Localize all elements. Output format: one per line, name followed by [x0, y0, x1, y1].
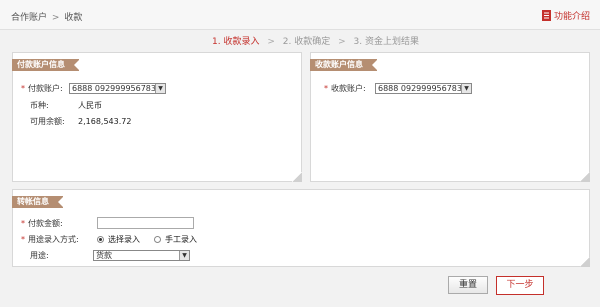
purpose-row: 用途: 货款 ▼: [30, 250, 190, 261]
chevron-down-icon[interactable]: ▼: [155, 84, 165, 93]
panel-title: 转帐信息: [12, 196, 64, 208]
breadcrumb-parent[interactable]: 合作账户: [11, 13, 47, 23]
purpose-value: 货款: [96, 251, 112, 260]
option-manual-entry-label[interactable]: 手工录入: [165, 234, 197, 245]
purpose-mode-label: 用途录入方式:: [28, 235, 79, 244]
amount-row: * 付款金额:: [21, 217, 194, 229]
balance-label: 可用余额:: [30, 117, 65, 126]
receiver-account-panel: 收款账户信息 * 收款账户: 6888 0929999567835( ▼: [310, 52, 590, 182]
page-fold-corner: [580, 172, 590, 182]
receiver-account-value: 6888 0929999567835(: [378, 84, 461, 93]
payer-account-select[interactable]: 6888 0929999567835( ▼: [69, 83, 166, 94]
chevron-down-icon[interactable]: ▼: [461, 84, 471, 93]
chevron-down-icon[interactable]: ▼: [179, 251, 189, 260]
step-1: 1. 收款录入: [212, 37, 260, 47]
function-intro-label: 功能介绍: [553, 12, 590, 22]
receiver-account-row: * 收款账户: 6888 0929999567835( ▼: [324, 83, 472, 94]
purpose-select[interactable]: 货款 ▼: [93, 250, 190, 261]
transfer-info-panel: 转帐信息 * 付款金额: * 用途录入方式: 选择录入 手工录入 用途: 货款 …: [12, 189, 590, 267]
page-fold-corner: [580, 257, 590, 267]
required-marker: *: [21, 84, 25, 93]
reset-button[interactable]: 重置: [448, 276, 488, 294]
panel-title: 付款账户信息: [12, 59, 80, 71]
receiver-account-label: 收款账户:: [331, 84, 366, 93]
step-3: 3. 资金上划结果: [353, 37, 419, 47]
required-marker: *: [324, 84, 328, 93]
option-select-entry-label[interactable]: 选择录入: [108, 234, 140, 245]
document-icon: [541, 10, 551, 21]
purpose-mode-row: * 用途录入方式: 选择录入 手工录入: [21, 234, 197, 245]
top-bar: 合作账户 > 收款 功能介绍: [0, 0, 600, 30]
balance-row: 可用余额: 2,168,543.72: [30, 116, 131, 127]
progress-steps: 1. 收款录入 > 2. 收款确定 > 3. 资金上划结果: [212, 34, 419, 47]
step-arrow: >: [267, 37, 275, 47]
payer-account-panel: 付款账户信息 * 付款账户: 6888 0929999567835( ▼ 币种:…: [12, 52, 302, 182]
currency-value: 人民币: [78, 101, 102, 110]
payer-account-value: 6888 0929999567835(: [72, 84, 155, 93]
payer-account-row: * 付款账户: 6888 0929999567835( ▼: [21, 83, 166, 94]
radio-select-entry[interactable]: [97, 236, 104, 243]
receiver-account-select[interactable]: 6888 0929999567835( ▼: [375, 83, 472, 94]
amount-input[interactable]: [97, 217, 194, 229]
panel-title: 收款账户信息: [310, 59, 378, 71]
breadcrumb: 合作账户 > 收款: [11, 10, 82, 23]
breadcrumb-current: 收款: [64, 13, 83, 23]
next-step-button[interactable]: 下一步: [496, 276, 544, 295]
function-intro-link[interactable]: 功能介绍: [541, 9, 590, 22]
step-2: 2. 收款确定: [282, 37, 331, 47]
purpose-label: 用途:: [30, 251, 49, 260]
balance-value: 2,168,543.72: [78, 117, 132, 126]
currency-row: 币种: 人民币: [30, 100, 102, 111]
page-fold-corner: [292, 172, 302, 182]
breadcrumb-separator: >: [51, 13, 60, 23]
required-marker: *: [21, 235, 25, 244]
step-arrow: >: [338, 37, 346, 47]
required-marker: *: [21, 218, 25, 228]
radio-manual-entry[interactable]: [154, 236, 161, 243]
amount-label: 付款金额:: [28, 218, 63, 228]
payer-account-label: 付款账户:: [28, 84, 63, 93]
currency-label: 币种:: [30, 101, 49, 110]
